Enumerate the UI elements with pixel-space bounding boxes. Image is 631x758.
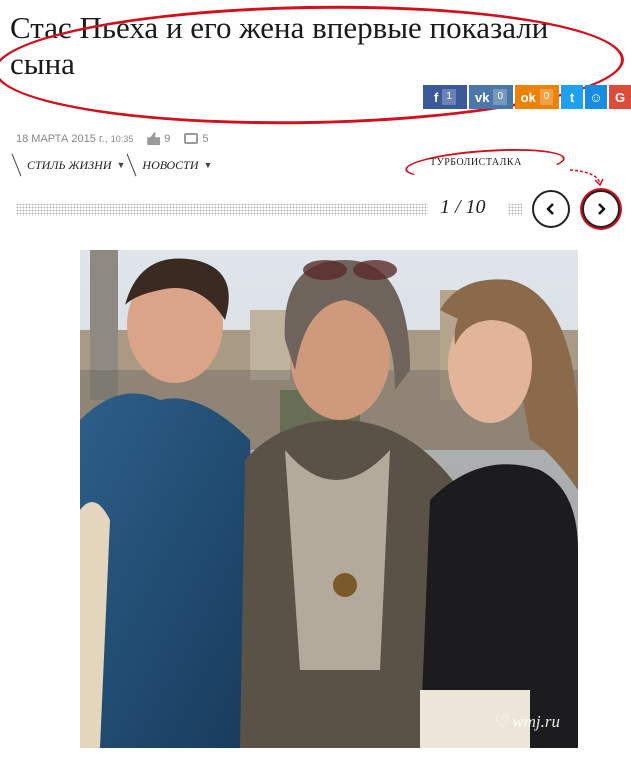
gallery-next-button[interactable]	[582, 190, 620, 228]
chevron-left-icon	[546, 203, 554, 215]
divider	[126, 153, 137, 177]
triangle-down-icon: ▼	[203, 160, 213, 170]
thumbs-up-icon	[147, 132, 161, 145]
likes-stat[interactable]: 9	[147, 132, 170, 145]
facebook-share-count: 1	[442, 89, 456, 105]
share-bar: f 1 vk 0 ok 0 t ☺ G	[423, 85, 631, 109]
likes-count: 9	[164, 132, 171, 145]
google-plus-share-button[interactable]: G	[609, 85, 631, 109]
gallery-photo[interactable]: ♡ wmj.ru	[80, 250, 578, 748]
vk-share-button[interactable]: vk 0	[469, 85, 513, 109]
gallery-prev-button[interactable]	[532, 190, 570, 228]
odnoklassniki-share-count: 0	[539, 89, 554, 105]
annotation-arrow	[569, 169, 604, 187]
gallery-progress-dots	[16, 203, 428, 216]
category-news[interactable]: Новости ▼	[126, 153, 213, 177]
photo-placeholder	[80, 250, 578, 748]
comments-count: 5	[202, 132, 209, 145]
comments-stat[interactable]: 5	[184, 133, 208, 145]
turbo-gallery-link[interactable]: ТУРБОЛИСТАЛКА	[430, 157, 522, 168]
article-date: 18 МАРТА 2015 г.,	[16, 132, 108, 145]
triangle-down-icon: ▼	[116, 160, 126, 170]
gallery-counter: 1 / 10	[440, 196, 486, 218]
article-time: 10:35	[110, 133, 134, 144]
twitter-icon: t	[569, 89, 575, 105]
category-lifestyle[interactable]: Стиль жизни ▼	[11, 153, 126, 177]
photo-watermark: ♡ wmj.ru	[495, 712, 560, 732]
facebook-icon: f	[434, 89, 439, 105]
mailru-share-button[interactable]: ☺	[585, 85, 607, 109]
category-label: Стиль жизни	[27, 157, 112, 172]
article-meta: 18 МАРТА 2015 г., 10:35 9 5	[16, 132, 208, 145]
watermark-text: wmj.ru	[512, 712, 560, 731]
divider	[11, 153, 22, 177]
comment-icon	[184, 133, 199, 144]
category-label: Новости	[142, 157, 199, 172]
article-title: Стас Пьеха и его жена впервые показали с…	[10, 10, 549, 81]
vk-icon: vk	[474, 89, 490, 105]
chevron-right-icon	[598, 203, 606, 215]
heart-icon: ♡	[494, 714, 510, 731]
gallery-progress-dots-end	[508, 203, 522, 216]
mailru-icon: ☺	[589, 89, 603, 105]
twitter-share-button[interactable]: t	[561, 85, 583, 109]
category-nav: Стиль жизни ▼ Новости ▼	[11, 152, 218, 178]
odnoklassniki-icon: ok	[520, 89, 536, 105]
facebook-share-button[interactable]: f 1	[423, 85, 467, 109]
vk-share-count: 0	[493, 89, 508, 105]
google-plus-icon: G	[614, 89, 626, 105]
odnoklassniki-share-button[interactable]: ok 0	[515, 85, 559, 109]
